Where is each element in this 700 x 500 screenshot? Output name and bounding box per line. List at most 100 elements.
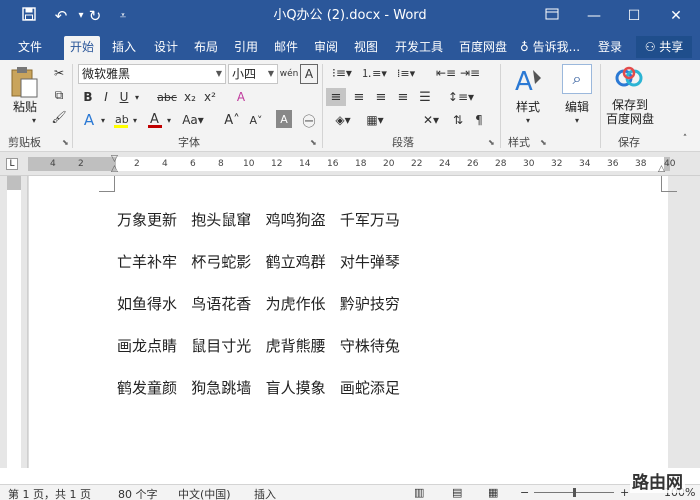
tab-developer[interactable]: 开发工具 [390,36,448,60]
underline-dropdown-icon[interactable]: ▾ [132,88,142,106]
format-painter-icon[interactable]: 🖌 [50,108,68,126]
tab-view[interactable]: 视图 [348,36,384,60]
tab-references[interactable]: 引用 [228,36,264,60]
editing-dropdown-icon[interactable]: ▾ [571,114,583,126]
align-center-icon[interactable]: ≡ [350,88,368,106]
decrease-indent-icon[interactable]: ⇤≡ [436,64,456,82]
share-button[interactable]: ⚇ 共享 [636,36,692,58]
minimize-icon[interactable]: — [576,0,612,32]
editing-button[interactable]: 编辑 [558,98,596,115]
shrink-font-icon[interactable]: A˅ [248,110,264,130]
italic-button[interactable]: I [98,88,114,106]
shading-icon[interactable]: ◈▾ [330,110,356,130]
first-line-indent-marker[interactable]: ▽ [111,154,118,164]
styles-button[interactable]: 样式 [508,98,548,115]
borders-icon[interactable]: ▦▾ [362,110,388,130]
zoom-in-icon[interactable]: + [620,486,629,499]
paste-dropdown-icon[interactable]: ▾ [28,114,40,126]
styles-dropdown-icon[interactable]: ▾ [522,114,534,126]
baidu-netdisk-icon[interactable] [614,64,644,92]
styles-icon[interactable]: A [510,64,546,98]
paragraph-launcher-icon[interactable]: ⬊ [488,138,495,147]
align-right-icon[interactable]: ≡ [372,88,390,106]
character-border-icon[interactable]: A [300,64,318,84]
document-line[interactable]: 亡羊补牢 杯弓蛇影 鹤立鸡群 对牛弹琴 [117,251,400,272]
word-count[interactable]: 80 个字 [118,486,158,500]
vertical-scrollbar[interactable] [696,176,700,468]
clear-formatting-icon[interactable]: A [232,88,250,106]
zoom-slider-thumb[interactable] [573,488,576,497]
right-indent-marker[interactable]: △ [658,164,665,174]
maximize-icon[interactable]: ☐ [616,0,652,32]
superscript-button[interactable]: x² [202,88,218,106]
tell-me-box[interactable]: ♁ 告诉我... [520,36,580,58]
text-effects-dropdown-icon[interactable]: ▾ [98,110,108,130]
paste-icon[interactable] [6,64,42,100]
font-name-select[interactable]: 微软雅黑 ▼ [78,64,226,84]
print-layout-icon[interactable]: ▤ [452,486,462,499]
tab-layout[interactable]: 布局 [188,36,224,60]
styles-group-label: 样式 [508,136,530,149]
tab-review[interactable]: 审阅 [308,36,344,60]
font-size-select[interactable]: 小四 ▼ [228,64,278,84]
ruler-tick: 24 [439,159,451,169]
phonetic-guide-icon[interactable]: wén [280,64,299,84]
save-to-baidu-button[interactable]: 保存到 百度网盘 [602,98,658,126]
tab-design[interactable]: 设计 [148,36,184,60]
grow-font-icon[interactable]: A˄ [224,110,240,130]
page-count[interactable]: 第 1 页，共 1 页 [8,486,91,500]
cut-icon[interactable]: ✂ [50,64,68,82]
highlight-dropdown-icon[interactable]: ▾ [130,110,140,130]
svg-text:A: A [515,67,533,96]
enclose-characters-icon[interactable]: ㊀ [300,110,318,130]
zoom-out-icon[interactable]: − [520,486,529,499]
document-line[interactable]: 画龙点睛 鼠目寸光 虎背熊腰 守株待兔 [117,335,400,356]
font-launcher-icon[interactable]: ⬊ [310,138,317,147]
tab-selector[interactable]: L [6,158,18,170]
show-marks-icon[interactable]: ¶ [470,110,488,130]
left-indent-marker[interactable]: △ [111,164,118,174]
read-mode-icon[interactable]: ▥ [414,486,424,499]
tab-insert[interactable]: 插入 [106,36,142,60]
distributed-icon[interactable]: ☰ [416,88,434,106]
line-spacing-icon[interactable]: ↕≡▾ [446,88,476,106]
font-color-icon[interactable]: A [146,110,164,130]
page[interactable]: 万象更新 抱头鼠窜 鸡鸣狗盗 千军万马 亡羊补牢 杯弓蛇影 鹤立鸡群 对牛弹琴 … [28,176,677,468]
bullets-icon[interactable]: ⁝≡▾ [328,64,356,82]
document-line[interactable]: 如鱼得水 鸟语花香 为虎作伥 黔驴技穷 [117,293,400,314]
subscript-button[interactable]: x₂ [182,88,198,106]
paste-button[interactable]: 粘贴 [8,98,42,115]
styles-launcher-icon[interactable]: ⬊ [540,138,547,147]
tab-baidu-netdisk[interactable]: 百度网盘 [454,36,512,60]
copy-icon[interactable]: ⧉ [50,86,68,104]
character-shading-icon[interactable]: A [276,110,292,128]
sort-icon[interactable]: ⇅ [448,110,468,130]
tab-mailings[interactable]: 邮件 [268,36,304,60]
change-case-icon[interactable]: Aa▾ [180,110,206,130]
bold-button[interactable]: B [80,88,96,106]
strikethrough-button[interactable]: abc [156,88,178,106]
ribbon-display-icon[interactable] [534,0,570,32]
language-indicator[interactable]: 中文(中国) [178,486,231,500]
web-layout-icon[interactable]: ▦ [488,486,498,499]
insert-mode-indicator[interactable]: 插入 [254,486,276,500]
clipboard-launcher-icon[interactable]: ⬊ [62,138,69,147]
highlight-icon[interactable]: ab [112,110,130,130]
chinese-layout-icon[interactable]: ✕▾ [420,110,442,130]
justify-icon[interactable]: ≡ [394,88,412,106]
text-effects-icon[interactable]: A [80,110,98,130]
tab-home[interactable]: 开始 [64,36,100,60]
document-line[interactable]: 鹤发童颜 狗急跳墙 盲人摸象 画蛇添足 [117,377,400,398]
font-color-dropdown-icon[interactable]: ▾ [164,110,174,130]
tell-me-label: 告诉我... [532,40,581,54]
numbering-icon[interactable]: ⒈≡▾ [360,64,388,82]
sign-in-link[interactable]: 登录 [598,36,622,58]
multilevel-list-icon[interactable]: ⁞≡▾ [392,64,420,82]
align-left-icon[interactable]: ≡ [326,88,346,106]
collapse-ribbon-icon[interactable]: ˄ [678,132,692,146]
tab-file[interactable]: 文件 [8,36,52,60]
close-icon[interactable]: ✕ [658,0,694,32]
underline-button[interactable]: U [116,88,132,106]
search-icon[interactable]: ⌕ [562,64,592,94]
document-line[interactable]: 万象更新 抱头鼠窜 鸡鸣狗盗 千军万马 [117,209,400,230]
